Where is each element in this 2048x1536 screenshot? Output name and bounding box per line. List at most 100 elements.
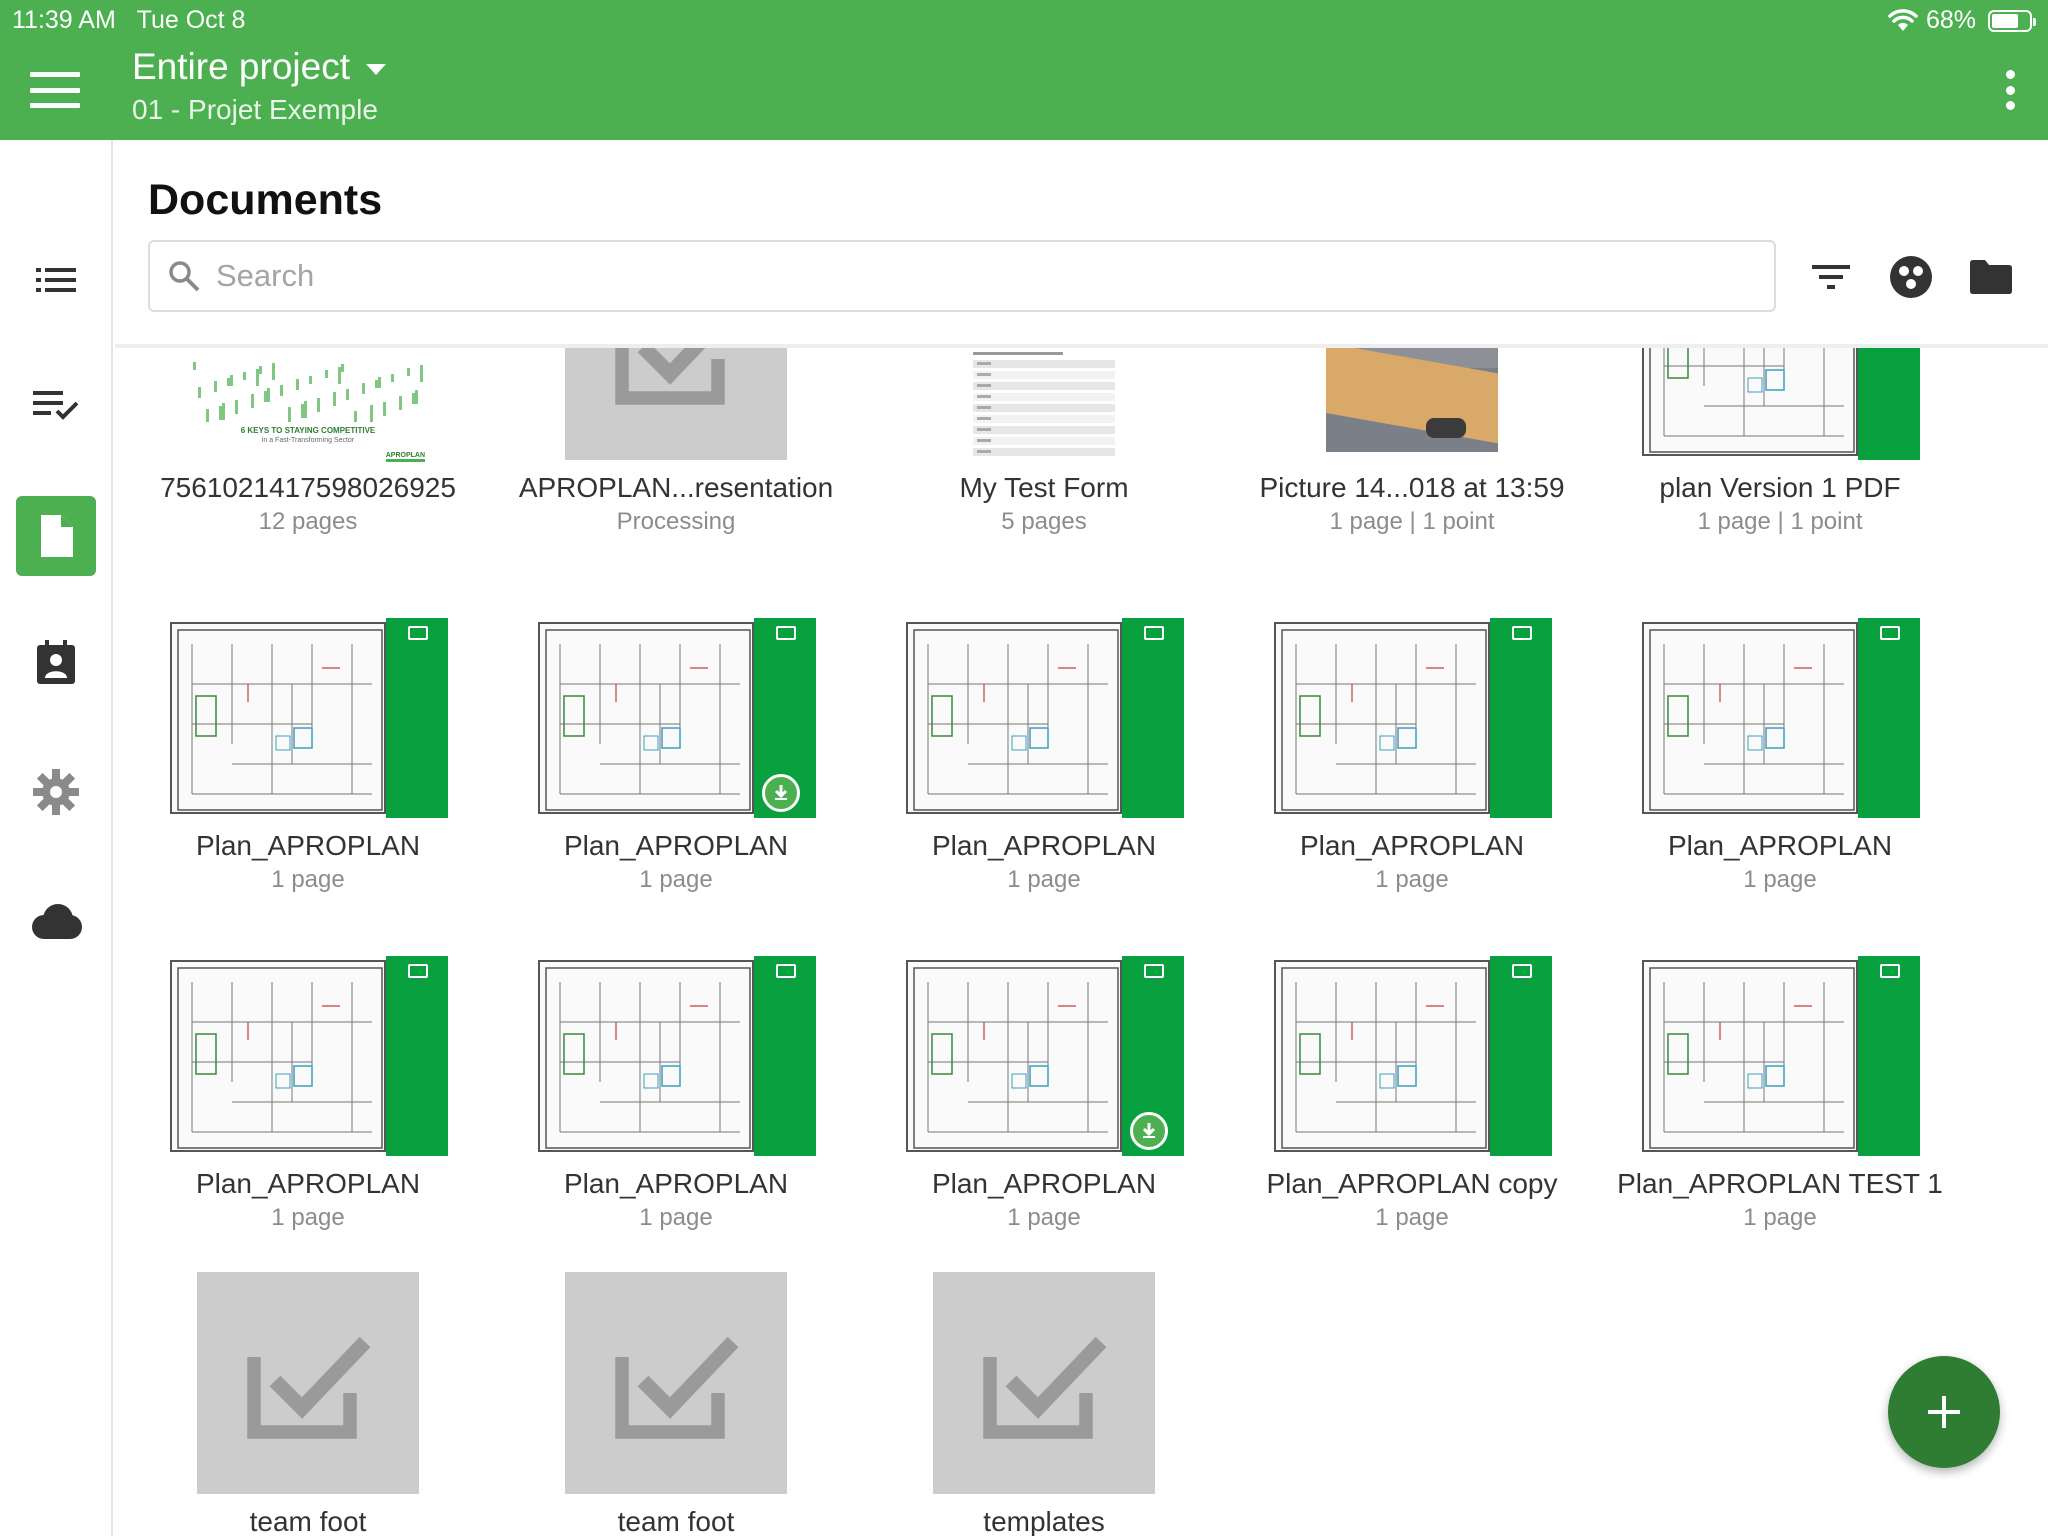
- check-logo-icon: [1880, 964, 1900, 978]
- document-card[interactable]: Plan_APROPLAN 1 page: [1242, 586, 1582, 893]
- document-thumbnail[interactable]: [1326, 348, 1498, 452]
- plus-icon: [1928, 1396, 1960, 1428]
- document-thumbnail[interactable]: 6 KEYS TO STAYING COMPETITIVE in a Fast-T…: [183, 362, 433, 472]
- document-card[interactable]: Plan_APROPLAN 1 page: [506, 924, 846, 1231]
- sidebar-item-documents[interactable]: [16, 496, 96, 576]
- checkmark-icon: [233, 1306, 383, 1461]
- battery-icon: [1988, 9, 2036, 32]
- placeholder-thumbnail: [565, 1272, 787, 1494]
- plan-thumbnail: [904, 618, 1184, 818]
- document-name: team foot: [617, 1506, 735, 1536]
- battery-percent: 68%: [1925, 6, 1976, 34]
- document-meta: 1 page: [1375, 866, 1449, 893]
- sidebar-item-contacts[interactable]: [16, 622, 96, 702]
- plan-title-band: [1490, 956, 1552, 1156]
- document-card[interactable]: Plan_APROPLAN 1 page: [874, 924, 1214, 1231]
- check-logo-icon: [1512, 626, 1532, 640]
- booklet-headline: 6 KEYS TO STAYING COMPETITIVE: [240, 426, 376, 435]
- list-icon: [36, 268, 76, 292]
- plan-thumbnail: [1272, 618, 1552, 818]
- sidebar-item-list[interactable]: [16, 240, 96, 320]
- document-thumbnail[interactable]: [168, 956, 448, 1156]
- document-name: plan Version 1 PDF: [1659, 472, 1901, 503]
- status-date: Tue Oct 8: [136, 6, 246, 34]
- document-thumbnail[interactable]: [197, 1272, 419, 1494]
- booklet-logo: APROPLAN: [385, 452, 425, 462]
- document-card[interactable]: Plan_APROPLAN TEST 1 1 page: [1610, 924, 1950, 1231]
- placeholder-thumbnail: [565, 348, 787, 460]
- folder-button[interactable]: [1966, 252, 2016, 302]
- booklet-pattern: [193, 362, 423, 428]
- download-icon: [1130, 1112, 1168, 1150]
- document-thumbnail[interactable]: [1640, 618, 1920, 818]
- project-title: Entire project: [132, 46, 350, 87]
- contact-calendar-icon: [37, 640, 75, 684]
- plan-sheet: [538, 622, 754, 814]
- project-selector[interactable]: Entire project: [132, 46, 386, 88]
- document-thumbnail[interactable]: [565, 1272, 787, 1494]
- document-thumbnail[interactable]: [1272, 618, 1552, 818]
- document-meta: 1 page | 1 point: [1697, 508, 1863, 535]
- filter-button[interactable]: [1806, 252, 1856, 302]
- search-box[interactable]: [148, 240, 1776, 312]
- document-card[interactable]: Plan_APROPLAN 1 page: [138, 586, 478, 893]
- hamburger-menu-icon[interactable]: [30, 72, 80, 108]
- document-thumbnail[interactable]: [168, 618, 448, 818]
- document-card[interactable]: Plan_APROPLAN 1 page: [138, 924, 478, 1231]
- document-grid: 6 KEYS TO STAYING COMPETITIVE in a Fast-T…: [115, 348, 2048, 1536]
- document-meta: 1 page: [1375, 1204, 1449, 1231]
- plan-title-band: [1858, 618, 1920, 818]
- document-card[interactable]: Plan_APROPLAN 1 page: [506, 586, 846, 893]
- check-logo-icon: [776, 626, 796, 640]
- document-thumbnail[interactable]: [933, 1272, 1155, 1494]
- document-card[interactable]: Plan_APROPLAN 1 page: [1610, 586, 1950, 893]
- form-thumbnail: [969, 348, 1119, 460]
- checkmark-icon: [601, 1306, 751, 1461]
- document-name: Picture 14...018 at 13:59: [1259, 472, 1565, 503]
- document-name: Plan_APROPLAN: [563, 1168, 789, 1199]
- search-icon: [169, 261, 200, 292]
- document-thumbnail[interactable]: [1640, 348, 1920, 460]
- plan-title-band: [1122, 618, 1184, 818]
- document-thumbnail[interactable]: [904, 956, 1184, 1156]
- document-thumbnail[interactable]: [565, 348, 787, 460]
- document-card[interactable]: team foot: [506, 1262, 846, 1536]
- document-thumbnail[interactable]: [1272, 956, 1552, 1156]
- sidebar-item-checklists[interactable]: [16, 366, 96, 446]
- document-card[interactable]: Plan_APROPLAN 1 page: [874, 586, 1214, 893]
- plan-thumbnail: [168, 618, 448, 818]
- cloud-icon: [32, 904, 82, 939]
- document-meta: 12 pages: [258, 508, 358, 535]
- plan-thumbnail: [1640, 618, 1920, 818]
- placeholder-thumbnail: [197, 1272, 419, 1494]
- document-meta: 1 page: [271, 1204, 345, 1231]
- plan-title-band: [386, 956, 448, 1156]
- plan-sheet: [906, 960, 1122, 1152]
- search-input[interactable]: [216, 258, 1696, 294]
- plan-thumbnail: [1640, 348, 1920, 460]
- add-document-button[interactable]: [1888, 1356, 2000, 1468]
- document-thumbnail[interactable]: [904, 618, 1184, 818]
- more-vert-icon[interactable]: [2002, 70, 2018, 110]
- document-name: Plan_APROPLAN: [931, 1168, 1157, 1199]
- document-card[interactable]: Plan_APROPLAN copy 1 page: [1242, 924, 1582, 1231]
- groups-button[interactable]: [1886, 252, 1936, 302]
- document-thumbnail[interactable]: [1640, 956, 1920, 1156]
- document-name: My Test Form: [959, 472, 1129, 503]
- document-name: Plan_APROPLAN: [563, 830, 789, 861]
- document-thumbnail[interactable]: [536, 618, 816, 818]
- document-thumbnail[interactable]: [536, 956, 816, 1156]
- page-title: Documents: [148, 176, 383, 224]
- document-card[interactable]: team foot: [138, 1262, 478, 1536]
- plan-thumbnail: [904, 956, 1184, 1156]
- wifi-icon: [1888, 8, 1918, 31]
- sidebar-item-settings[interactable]: [16, 752, 96, 832]
- sidebar-item-sync[interactable]: [16, 882, 96, 962]
- filter-icon: [1812, 265, 1850, 289]
- document-card[interactable]: templates: [874, 1262, 1214, 1536]
- plan-sheet: [1642, 960, 1858, 1152]
- plan-thumbnail: [1272, 956, 1552, 1156]
- document-thumbnail[interactable]: [969, 348, 1119, 460]
- plan-title-band: [1858, 956, 1920, 1156]
- plan-title-band: [754, 956, 816, 1156]
